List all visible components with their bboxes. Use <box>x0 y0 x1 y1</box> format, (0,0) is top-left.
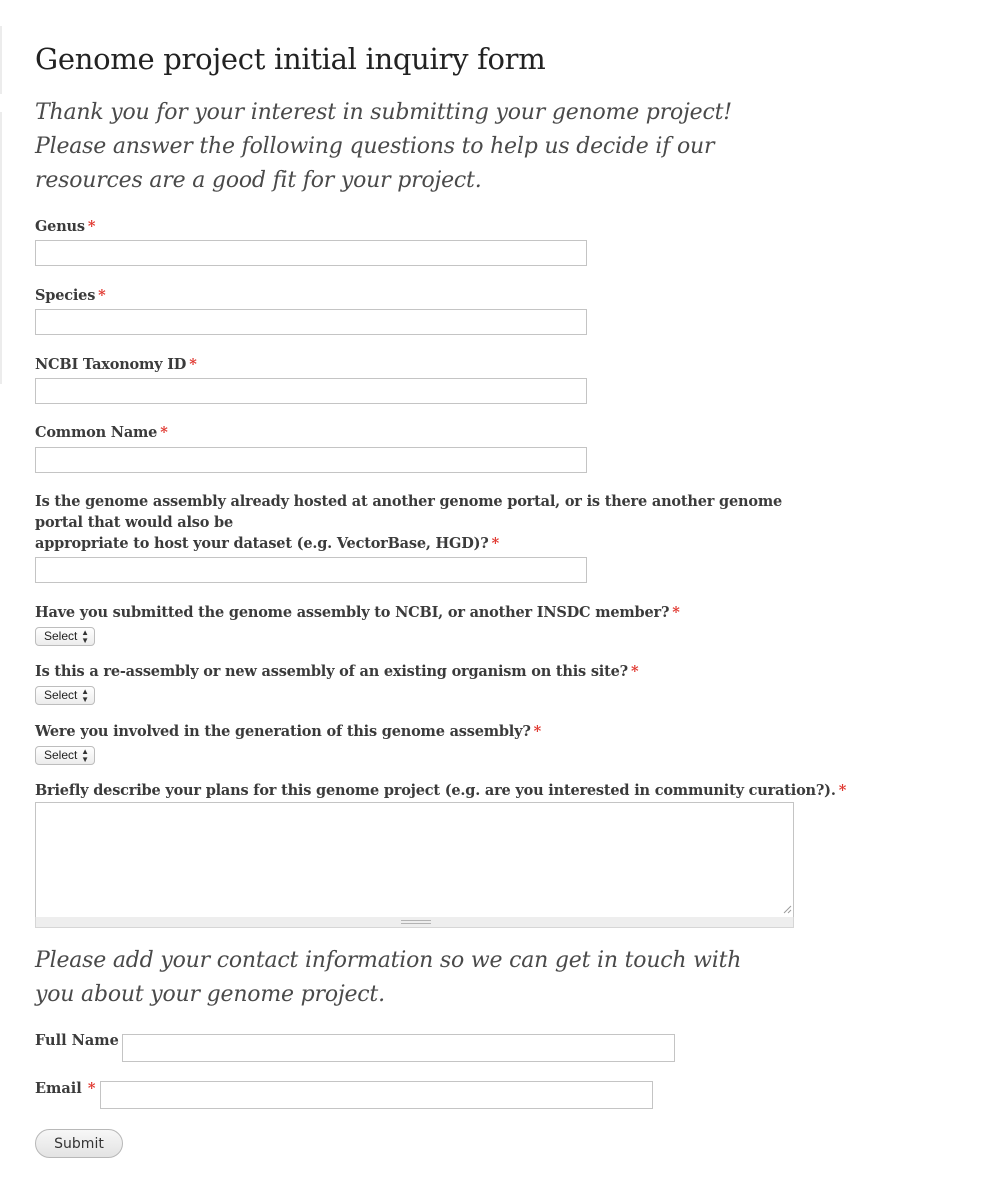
submit-button[interactable]: Submit <box>35 1129 123 1158</box>
plans-label: Briefly describe your plans for this gen… <box>35 780 846 801</box>
required-marker: * <box>491 535 500 552</box>
other-portal-label-line2: appropriate to host your dataset (e.g. V… <box>35 535 489 552</box>
resize-handle-icon[interactable] <box>783 905 792 914</box>
left-border-line <box>0 112 2 384</box>
required-marker: * <box>160 424 168 441</box>
common-name-input[interactable] <box>35 447 587 473</box>
submitted-to-ncbi-label-text: Have you submitted the genome assembly t… <box>35 604 670 621</box>
ncbi-taxonomy-id-label: NCBI Taxonomy ID * <box>35 354 197 375</box>
required-marker: * <box>630 663 639 680</box>
plans-textarea[interactable] <box>35 802 794 918</box>
select-value: Select <box>44 748 78 762</box>
contact-intro: Please add your contact information so w… <box>35 948 742 1007</box>
ncbi-taxonomy-id-label-text: NCBI Taxonomy ID <box>35 356 187 373</box>
other-portal-input[interactable] <box>35 557 587 583</box>
select-arrows-icon: ▲ ▼ <box>81 686 89 704</box>
other-portal-label-line2-wrap: appropriate to host your dataset (e.g. V… <box>35 533 795 554</box>
common-name-label: Common Name * <box>35 422 168 443</box>
full-name-label-text: Full Name <box>35 1032 119 1049</box>
full-name-input[interactable] <box>122 1034 675 1062</box>
genus-label: Genus * <box>35 216 95 237</box>
plans-label-text: Briefly describe your plans for this gen… <box>35 782 836 799</box>
ncbi-taxonomy-id-input[interactable] <box>35 378 587 404</box>
common-name-label-text: Common Name <box>35 424 158 441</box>
involved-select[interactable]: Select ▲ ▼ <box>35 746 95 765</box>
species-label: Species * <box>35 285 106 306</box>
select-arrows-icon: ▲ ▼ <box>81 627 89 645</box>
required-marker: * <box>533 723 542 740</box>
form-intro: Thank you for your interest in submittin… <box>35 100 732 193</box>
email-label-text: Email <box>35 1080 82 1097</box>
species-input[interactable] <box>35 309 587 335</box>
required-marker: * <box>98 287 106 304</box>
other-portal-label: Is the genome assembly already hosted at… <box>35 491 795 554</box>
textarea-grippie[interactable] <box>35 917 794 928</box>
select-value: Select <box>44 688 78 702</box>
other-portal-label-line1: Is the genome assembly already hosted at… <box>35 493 782 531</box>
left-border-line <box>0 26 2 94</box>
grip-lines-icon <box>401 920 431 924</box>
reassembly-label-text: Is this a re-assembly or new assembly of… <box>35 663 628 680</box>
submitted-to-ncbi-label: Have you submitted the genome assembly t… <box>35 602 680 623</box>
genus-input[interactable] <box>35 240 587 266</box>
reassembly-label: Is this a re-assembly or new assembly of… <box>35 661 639 682</box>
submitted-to-ncbi-select[interactable]: Select ▲ ▼ <box>35 627 95 646</box>
email-label: Email * <box>35 1078 95 1099</box>
involved-label: Were you involved in the generation of t… <box>35 721 541 742</box>
required-marker: * <box>838 782 847 799</box>
page-title: Genome project initial inquiry form <box>35 42 546 76</box>
required-marker: * <box>672 604 680 621</box>
select-arrows-icon: ▲ ▼ <box>81 746 89 764</box>
select-value: Select <box>44 629 78 643</box>
email-input[interactable] <box>100 1081 653 1109</box>
full-name-label: Full Name* <box>35 1030 129 1051</box>
required-marker: * <box>189 356 197 373</box>
reassembly-select[interactable]: Select ▲ ▼ <box>35 686 95 705</box>
required-marker: * <box>87 1080 96 1097</box>
involved-label-text: Were you involved in the generation of t… <box>35 723 531 740</box>
required-marker: * <box>87 218 96 235</box>
genus-label-text: Genus <box>35 218 85 235</box>
species-label-text: Species <box>35 287 96 304</box>
